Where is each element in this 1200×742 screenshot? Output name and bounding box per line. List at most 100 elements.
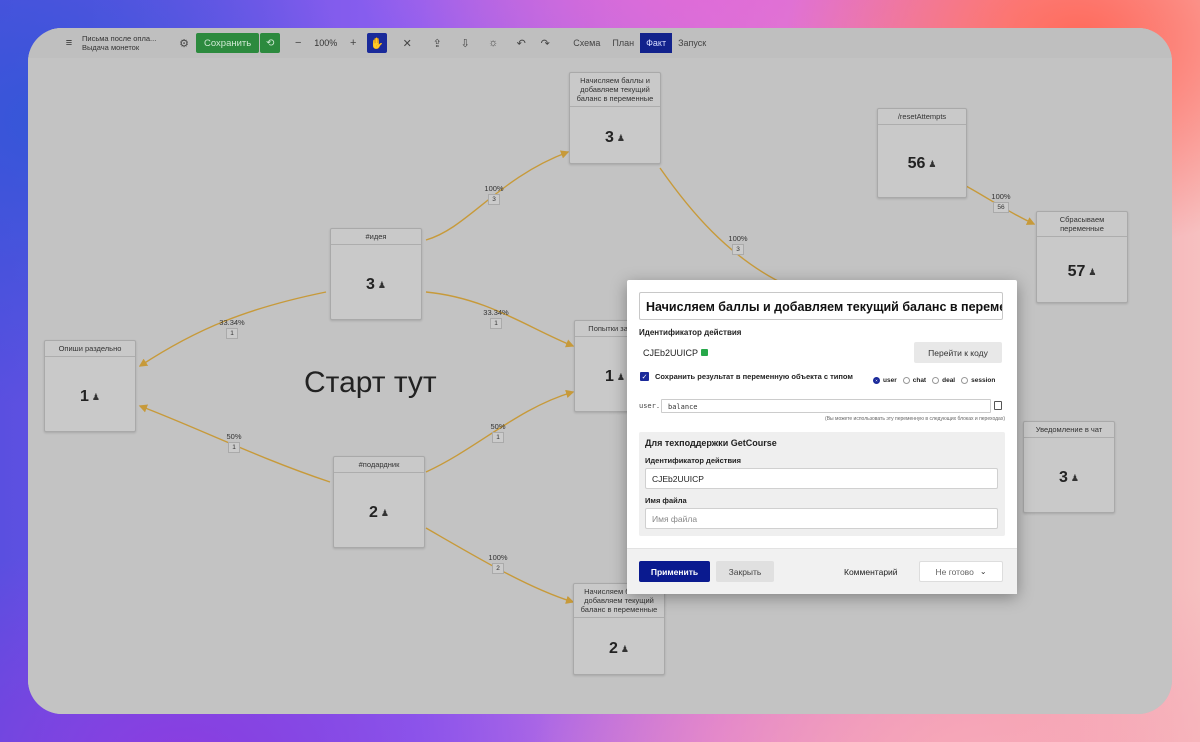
history-icon[interactable]: ⟲ [260,33,281,53]
undo-icon[interactable]: ↶ [511,33,531,53]
edge-percent: 100% [991,192,1011,201]
node-title: /resetAttempts [878,109,966,125]
tab-scheme[interactable]: Схема [567,33,606,53]
edge-count: 3 [732,244,744,255]
edge-label: 100% 3 [720,234,756,255]
count-value: 56 [907,155,926,172]
edge-label: 100% 56 [983,192,1019,213]
radio-dot [873,377,880,384]
radio-chat[interactable]: chat [902,377,927,384]
object-type-radios: user chat deal session [873,377,1001,384]
edge-count: 1 [228,442,240,453]
action-id-label: Идентификатор действия [639,328,742,337]
node-idea[interactable]: #идея 3 ♟ [330,228,422,320]
node-count: 3 ♟ [1024,444,1114,512]
edge-label: 100% 3 [476,184,512,205]
support-id-input[interactable]: CJEb2UUICP [645,468,998,489]
node-points-top[interactable]: Начисляем баллы и добавляем текущий бала… [569,72,661,164]
node-reset-attempts[interactable]: /resetAttempts 56 ♟ [877,108,967,198]
tab-fact[interactable]: Факт [640,33,673,53]
radio-label: deal [942,377,956,384]
status-value: Не готово [935,566,974,577]
tab-plan[interactable]: План [606,33,640,53]
node-notify[interactable]: Уведомление в чат 3 ♟ [1023,421,1115,513]
cut-icon[interactable]: ✕ [397,33,417,53]
radio-dot [961,377,969,384]
user-icon: ♟ [377,279,386,290]
scenario-title[interactable]: Письма после опла... Выдача монеток [82,34,172,52]
node-count: 2 ♟ [574,624,664,674]
node-points-bottom[interactable]: Начисляем баллы и добавляем текущий бала… [573,583,665,675]
copy-icon[interactable] [701,349,709,356]
node-title: Опиши раздельно [45,341,135,357]
save-result-checkbox[interactable]: ✓ [640,372,649,381]
count-value: 3 [605,129,614,146]
node-title: Уведомление в чат [1024,422,1114,438]
file-name-label: Имя файла [645,496,687,505]
count-value: 3 [1059,469,1068,486]
scenario-group: Письма после опла... [82,34,157,43]
action-title-input[interactable]: Начисляем баллы и добавляем текущий бала… [639,292,1003,320]
node-gift[interactable]: #подардник 2 ♟ [333,456,425,548]
edge-count: 56 [993,202,1009,213]
copy-variable-icon[interactable] [994,401,1002,410]
edge-percent: 100% [488,553,508,562]
node-title: Начисляем баллы и добавляем текущий бала… [570,73,660,107]
radio-label: chat [912,377,927,384]
node-count: 3 ♟ [570,113,660,163]
radio-label: session [971,377,996,384]
zoom-in-button[interactable]: + [343,33,363,53]
edge-percent: 33.34% [483,308,509,317]
redo-icon[interactable]: ↷ [535,33,555,53]
edge-percent: 100% [484,184,504,193]
zoom-level: 100% [314,38,338,48]
action-id-text: CJEb2UUICP [643,348,699,358]
bulb-icon[interactable]: ☼ [483,33,503,53]
support-id-label: Идентификатор действия [645,456,742,465]
variable-name-input[interactable]: balance [661,399,991,413]
tab-launch[interactable]: Запуск [672,33,712,53]
edge-count: 2 [492,563,504,574]
count-value: 2 [609,640,618,657]
comment-link[interactable]: Комментарий [844,567,898,577]
start-here-text: Старт тут [304,366,437,399]
upload-icon[interactable]: ⇪ [427,33,447,53]
status-select[interactable]: Не готово ⌄ [919,561,1003,582]
file-name-input[interactable]: Имя файла [645,508,998,529]
node-count: 57 ♟ [1037,242,1127,302]
apply-button[interactable]: Применить [639,561,710,582]
hand-icon[interactable]: ✋ [367,33,388,53]
edge-count: 1 [226,328,238,339]
user-icon: ♟ [620,643,629,654]
close-button[interactable]: Закрыть [716,561,774,582]
edge-label: 50% 1 [216,432,252,453]
edge-count: 3 [488,194,500,205]
count-value: 57 [1067,263,1086,280]
gear-icon[interactable]: ⚙ [174,33,194,53]
edge-label: 33.34% 1 [478,308,514,329]
edge-points-right [659,167,789,287]
zoom-out-button[interactable]: − [288,33,308,53]
radio-label: user [883,377,897,384]
edge-percent: 50% [226,432,242,441]
edge-label: 100% 2 [480,553,516,574]
menu-icon[interactable]: ≡ [56,37,82,49]
user-icon: ♟ [380,507,389,518]
edge-percent: 33.34% [219,318,245,327]
radio-user[interactable]: user [873,377,897,384]
save-result-label: Сохранить результат в переменную объекта… [655,372,853,381]
support-title: Для техподдержки GetCourse [645,438,777,448]
goto-code-button[interactable]: Перейти к коду [914,342,1002,363]
edge-label: 33.34% 1 [214,318,250,339]
dialog-footer: Применить Закрыть Комментарий Не готово ⌄ [627,548,1017,594]
scenario-name: Выдача монеток [82,43,140,52]
node-split[interactable]: Опиши раздельно 1 ♟ [44,340,136,432]
user-icon: ♟ [1070,472,1079,483]
node-reset-vars[interactable]: Сбрасываем переменные 57 ♟ [1036,211,1128,303]
download-icon[interactable]: ⇩ [455,33,475,53]
save-button[interactable]: Сохранить [196,33,260,53]
radio-session[interactable]: session [961,377,995,384]
user-icon: ♟ [91,391,100,402]
radio-deal[interactable]: deal [932,377,955,384]
node-title: #идея [331,229,421,245]
